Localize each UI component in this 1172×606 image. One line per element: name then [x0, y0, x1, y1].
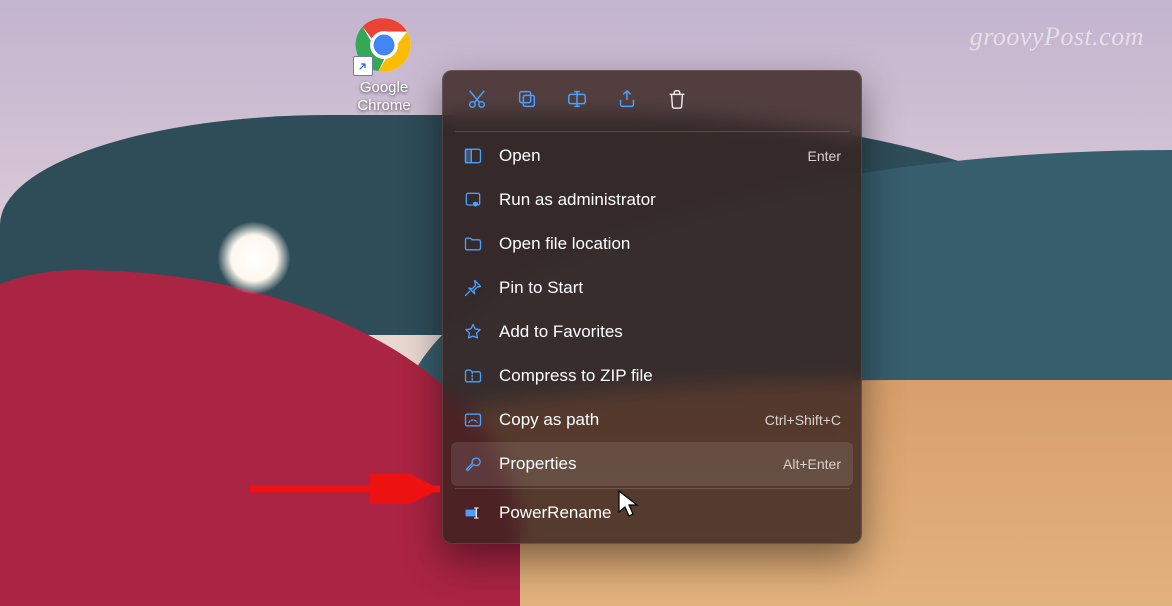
menu-item-run-admin[interactable]: Run as administrator — [451, 178, 853, 222]
menu-item-accelerator: Ctrl+Shift+C — [765, 412, 841, 428]
rename-button[interactable] — [555, 81, 599, 121]
desktop-shortcut-chrome[interactable]: Google Chrome — [340, 16, 428, 115]
menu-item-open-location[interactable]: Open file location — [451, 222, 853, 266]
context-menu: Open Enter Run as administrator Open fil… — [442, 70, 862, 544]
menu-item-label: Add to Favorites — [499, 322, 825, 342]
desktop-wallpaper: groovyPost.com Google Chrome — [0, 0, 1172, 606]
star-icon — [463, 322, 483, 342]
delete-icon — [666, 88, 688, 115]
menu-item-label: Open file location — [499, 234, 825, 254]
menu-item-zip[interactable]: Compress to ZIP file — [451, 354, 853, 398]
copy-path-icon — [463, 410, 483, 430]
menu-item-accelerator: Alt+Enter — [783, 456, 841, 472]
menu-item-accelerator: Enter — [808, 148, 841, 164]
rename-icon — [566, 88, 588, 115]
context-menu-toolbar — [451, 79, 853, 129]
shield-icon — [463, 190, 483, 210]
cut-icon — [466, 88, 488, 115]
menu-item-label: Compress to ZIP file — [499, 366, 825, 386]
open-icon — [463, 146, 483, 166]
copy-icon — [516, 88, 538, 115]
menu-divider — [455, 131, 849, 132]
menu-item-favorites[interactable]: Add to Favorites — [451, 310, 853, 354]
menu-item-label: Pin to Start — [499, 278, 825, 298]
folder-icon — [463, 234, 483, 254]
menu-item-label: PowerRename — [499, 503, 841, 523]
pin-icon — [463, 278, 483, 298]
menu-item-label: Copy as path — [499, 410, 749, 430]
copy-button[interactable] — [505, 81, 549, 121]
menu-item-open[interactable]: Open Enter — [451, 134, 853, 178]
menu-divider — [455, 488, 849, 489]
powerrename-icon — [463, 503, 483, 523]
cut-button[interactable] — [455, 81, 499, 121]
wrench-icon — [463, 454, 483, 474]
watermark: groovyPost.com — [970, 22, 1144, 52]
menu-item-powerrename[interactable]: PowerRename — [451, 491, 853, 535]
share-icon — [616, 88, 638, 115]
shortcut-overlay-icon — [353, 56, 373, 76]
share-button[interactable] — [605, 81, 649, 121]
delete-button[interactable] — [655, 81, 699, 121]
menu-item-label: Open — [499, 146, 792, 166]
menu-item-label: Run as administrator — [499, 190, 825, 210]
menu-item-label: Properties — [499, 454, 767, 474]
menu-item-properties[interactable]: Properties Alt+Enter — [451, 442, 853, 486]
menu-item-pin-start[interactable]: Pin to Start — [451, 266, 853, 310]
menu-item-copy-path[interactable]: Copy as path Ctrl+Shift+C — [451, 398, 853, 442]
shortcut-label: Google Chrome — [340, 79, 428, 115]
wallpaper-sun — [218, 222, 290, 294]
zip-icon — [463, 366, 483, 386]
chrome-icon — [355, 16, 413, 74]
